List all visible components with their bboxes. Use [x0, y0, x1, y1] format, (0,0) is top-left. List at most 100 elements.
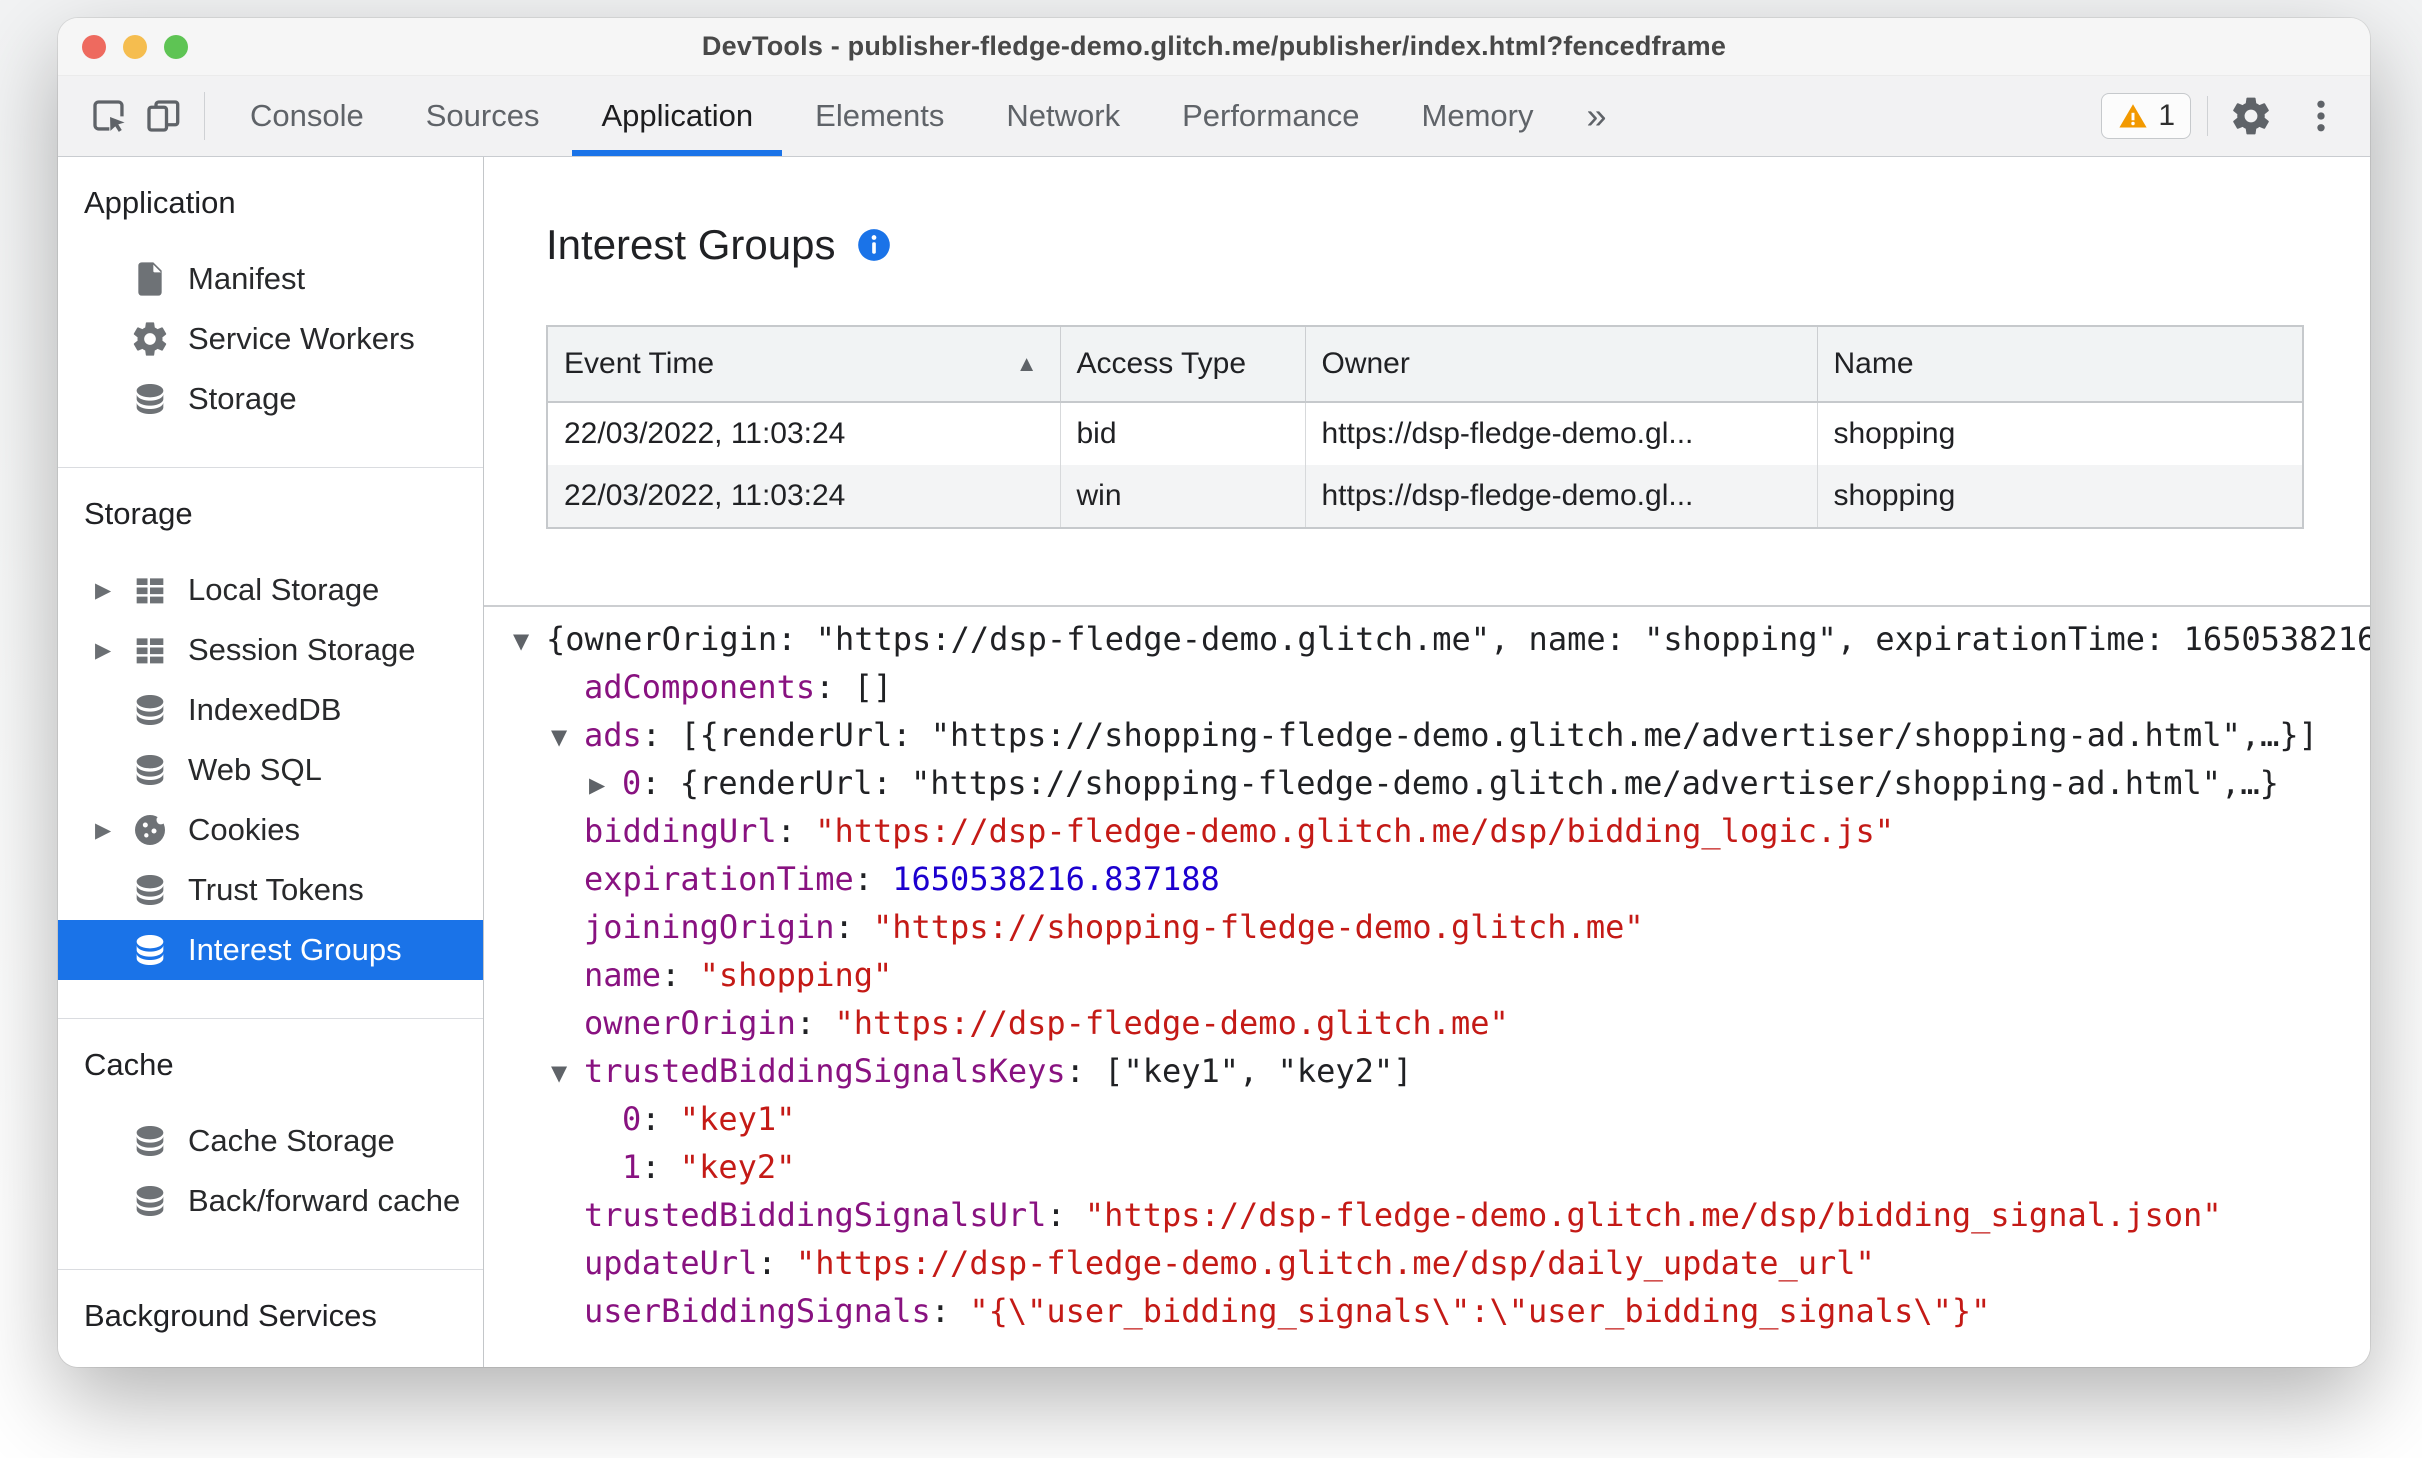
database-icon: [128, 1181, 172, 1221]
sidebar-item-label: Service Workers: [188, 321, 415, 356]
device-toolbar-icon[interactable]: [136, 76, 190, 156]
tab-console[interactable]: Console: [219, 76, 395, 156]
tree-segment-key: joiningOrigin: [584, 908, 835, 946]
tree-line[interactable]: expirationTime: 1650538216.837188: [484, 855, 2370, 903]
zoom-window-button[interactable]: [164, 34, 188, 59]
traffic-lights: [82, 34, 188, 59]
sidebar-item-background-fetch[interactable]: Background Fetch: [58, 1362, 483, 1367]
table-icon: [128, 570, 172, 610]
tree-segment-plain: :: [930, 1292, 970, 1330]
tree-line[interactable]: joiningOrigin: "https://shopping-fledge-…: [484, 903, 2370, 951]
sidebar-section-background-services: Background Services Background Fetch: [58, 1270, 483, 1367]
sidebar-item-label: IndexedDB: [188, 692, 342, 727]
tree-segment-key: 0: [622, 1100, 642, 1138]
tree-segment-string: "https://dsp-fledge-demo.glitch.me": [834, 1004, 1509, 1042]
sidebar-item-trust-tokens[interactable]: Trust Tokens: [58, 860, 483, 920]
more-tabs-button[interactable]: »: [1565, 76, 1629, 156]
gear-icon[interactable]: [2224, 94, 2278, 138]
page-title: Interest Groups: [546, 221, 836, 268]
interest-groups-table: Event Time ▲ Access Type Owner Name 22/03/20…: [546, 325, 2304, 529]
tab-application[interactable]: Application: [570, 76, 784, 156]
table-header-row: Event Time ▲ Access Type Owner Name: [547, 326, 2304, 403]
tab-memory[interactable]: Memory: [1391, 76, 1565, 156]
tree-line[interactable]: ▼ ads: [{renderUrl: "https://shopping-fle…: [484, 711, 2370, 759]
sidebar-item-back-forward-cache[interactable]: Back/forward cache: [58, 1171, 483, 1231]
tree-segment-string: "{\"user_bidding_signals\":\"user_biddin…: [969, 1292, 1991, 1330]
expand-arrow-icon[interactable]: ▶: [95, 578, 128, 603]
tree-line[interactable]: 1: "key2": [484, 1143, 2370, 1191]
sidebar-section-title: Background Services: [84, 1298, 377, 1333]
issues-badge[interactable]: 1: [2101, 93, 2191, 139]
tree-line[interactable]: ▼ {ownerOrigin: "https://dsp-fledge-demo.…: [484, 615, 2370, 663]
tree-segment-plain: :: [853, 860, 893, 898]
toolbar-separator: [204, 92, 205, 140]
sidebar-item-indexeddb[interactable]: IndexedDB: [58, 680, 483, 740]
database-icon: [128, 1121, 172, 1161]
tree-line[interactable]: ownerOrigin: "https://dsp-fledge-demo.gl…: [484, 999, 2370, 1047]
kebab-menu-icon[interactable]: [2294, 94, 2348, 138]
tree-line[interactable]: updateUrl: "https://dsp-fledge-demo.glit…: [484, 1239, 2370, 1287]
devtools-window: DevTools - publisher-fledge-demo.glitch.…: [58, 18, 2370, 1367]
database-icon: [128, 690, 172, 730]
tree-line[interactable]: biddingUrl: "https://dsp-fledge-demo.gli…: [484, 807, 2370, 855]
tab-performance[interactable]: Performance: [1151, 76, 1390, 156]
tree-line[interactable]: trustedBiddingSignalsUrl: "https://dsp-f…: [484, 1191, 2370, 1239]
table-row[interactable]: 22/03/2022, 11:03:24 bid https://dsp-fledg…: [547, 402, 2304, 465]
collapse-arrow-icon[interactable]: ▼: [551, 1049, 584, 1097]
sidebar-item-cache-storage[interactable]: Cache Storage: [58, 1111, 483, 1171]
tab-network[interactable]: Network: [975, 76, 1151, 156]
sidebar-item-interest-groups[interactable]: Interest Groups: [58, 920, 483, 980]
tree-segment-key: expirationTime: [584, 860, 854, 898]
column-header-access-type[interactable]: Access Type: [1060, 326, 1306, 403]
sidebar-item-session-storage[interactable]: ▶ Session Storage: [58, 620, 483, 680]
minimize-window-button[interactable]: [123, 34, 147, 59]
tree-segment-key: biddingUrl: [584, 812, 777, 850]
tree-line[interactable]: ▼ trustedBiddingSignalsKeys: ["key1", "ke…: [484, 1047, 2370, 1095]
application-sidebar: Application Manifest Service Workers Storag…: [58, 157, 484, 1367]
expand-arrow-icon[interactable]: ▶: [95, 638, 128, 663]
tree-segment-key: ads: [584, 716, 642, 754]
collapse-arrow-icon[interactable]: ▼: [513, 617, 546, 665]
sidebar-item-local-storage[interactable]: ▶ Local Storage: [58, 560, 483, 620]
column-header-name[interactable]: Name: [1817, 326, 2304, 403]
tree-segment-key: ownerOrigin: [584, 1004, 796, 1042]
info-icon[interactable]: [855, 226, 893, 264]
sidebar-item-label: Trust Tokens: [188, 872, 364, 907]
tree-segment-key: adComponents: [584, 668, 816, 706]
sidebar-item-cookies[interactable]: ▶ Cookies: [58, 800, 483, 860]
sidebar-item-label: Cache Storage: [188, 1123, 395, 1158]
tree-line[interactable]: 0: "key1": [484, 1095, 2370, 1143]
tree-line[interactable]: name: "shopping": [484, 951, 2370, 999]
window-title: DevTools - publisher-fledge-demo.glitch.…: [701, 31, 1727, 61]
table-head: Event Time ▲ Access Type Owner Name: [547, 326, 2304, 403]
tree-segment-string: "https://dsp-fledge-demo.glitch.me/dsp/b…: [815, 812, 1895, 850]
sidebar-item-label: Local Storage: [188, 572, 380, 607]
collapse-arrow-icon[interactable]: ▼: [551, 713, 584, 761]
tree-segment-string: "key2": [679, 1148, 796, 1186]
tree-line[interactable]: ▶ 0: {renderUrl: "https://shopping-fledge…: [484, 759, 2370, 807]
table-row[interactable]: 22/03/2022, 11:03:24 win https://dsp-fledg…: [547, 465, 2304, 528]
tree-line[interactable]: adComponents: []: [484, 663, 2370, 711]
tab-elements[interactable]: Elements: [784, 76, 975, 156]
expand-arrow-icon[interactable]: ▶: [589, 761, 622, 809]
sidebar-item-service-workers[interactable]: Service Workers: [58, 309, 483, 369]
sidebar-item-manifest[interactable]: Manifest: [58, 249, 483, 309]
tree-segment-string: "https://shopping-fledge-demo.glitch.me": [872, 908, 1644, 946]
tree-segment-plain: {ownerOrigin: "https://dsp-fledge-demo.g…: [546, 620, 2370, 658]
expand-arrow-icon[interactable]: ▶: [95, 818, 128, 843]
tab-sources[interactable]: Sources: [395, 76, 571, 156]
sidebar-item-storage[interactable]: Storage: [58, 369, 483, 429]
close-window-button[interactable]: [82, 34, 106, 59]
sidebar-item-web-sql[interactable]: Web SQL: [58, 740, 483, 800]
inspect-icon[interactable]: [82, 76, 136, 156]
page-title-row: Interest Groups: [546, 221, 2370, 269]
cell-access-type: bid: [1060, 402, 1306, 465]
devtools-toolbar: Console Sources Application Elements Network…: [58, 76, 2370, 157]
tree-segment-plain: : ["key1", "key2"]: [1065, 1052, 1413, 1090]
tree-segment-plain: :: [641, 1148, 680, 1186]
column-header-owner[interactable]: Owner: [1305, 326, 1818, 403]
tree-line[interactable]: userBiddingSignals: "{\"user_bidding_sig…: [484, 1287, 2370, 1335]
column-header-event-time[interactable]: Event Time ▲: [547, 326, 1061, 403]
cell-event-time: 22/03/2022, 11:03:24: [547, 465, 1061, 528]
tree-segment-plain: : [{renderUrl: "https://shopping-fledge-…: [641, 716, 2318, 754]
